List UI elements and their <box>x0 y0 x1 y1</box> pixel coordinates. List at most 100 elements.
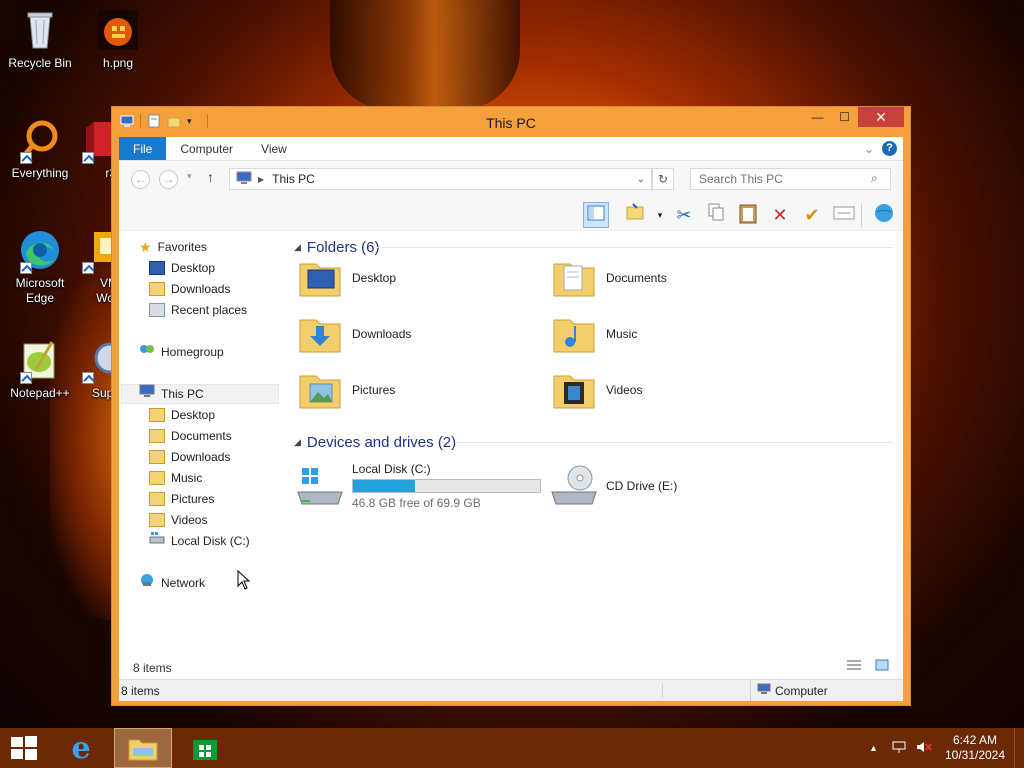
nav-pc-music[interactable]: Music <box>149 468 202 488</box>
desktop-icon-recycle-bin[interactable]: Recycle Bin <box>2 8 78 71</box>
folder-icon <box>149 408 165 422</box>
tab-view[interactable]: View <box>247 137 301 160</box>
folder-documents[interactable]: Documents <box>550 253 667 303</box>
status-location: Computer <box>751 683 828 698</box>
copy-icon[interactable] <box>703 202 729 228</box>
clock-date: 10/31/2024 <box>944 748 1006 762</box>
status-location-label: Computer <box>775 683 828 698</box>
shortcut-arrow-icon <box>20 262 32 274</box>
internet-explorer-icon: e <box>71 730 91 766</box>
properties-icon[interactable] <box>831 202 857 228</box>
windows-drive-icon <box>296 462 344 510</box>
cd-drive-icon <box>550 462 598 510</box>
tab-computer[interactable]: Computer <box>166 137 247 160</box>
show-desktop-button[interactable] <box>1014 728 1024 768</box>
address-bar[interactable]: ▶ This PC ⌄ <box>229 168 652 190</box>
desktop-icon-microsoft-edge[interactable]: Microsoft Edge <box>2 228 78 306</box>
cut-icon[interactable]: ✂ <box>671 202 697 228</box>
nav-pc-local-disk[interactable]: Local Disk (C:) <box>149 531 250 551</box>
folder-options-icon[interactable] <box>623 202 649 228</box>
computer-icon <box>757 683 771 698</box>
recent-places-icon <box>149 303 165 317</box>
hard-drive-icon <box>149 531 165 551</box>
nav-pc-downloads[interactable]: Downloads <box>149 447 230 467</box>
clock[interactable]: 6:42 AM 10/31/2024 <box>936 733 1014 763</box>
rename-check-icon[interactable]: ✔ <box>799 202 825 228</box>
file-explorer-icon <box>128 739 158 761</box>
item-count: 8 items <box>133 661 172 675</box>
store-icon <box>193 740 217 760</box>
recent-locations-chevron-icon[interactable]: ▾ <box>187 171 192 182</box>
drive-local-disk-c[interactable]: Local Disk (C:) 46.8 GB free of 69.9 GB <box>296 461 541 511</box>
nav-label: Documents <box>171 429 232 443</box>
address-dropdown-icon[interactable]: ⌄ <box>637 174 645 185</box>
close-button[interactable]: ✕ <box>858 107 904 127</box>
drive-cd-e[interactable]: CD Drive (E:) <box>550 461 677 511</box>
breadcrumb-this-pc[interactable]: This PC <box>272 172 315 186</box>
folder-videos[interactable]: Videos <box>550 365 642 415</box>
show-hidden-icons-chevron-icon[interactable]: ▲ <box>869 743 878 753</box>
taskbar-store[interactable] <box>176 728 234 768</box>
tab-file[interactable]: File <box>119 137 167 160</box>
expand-ribbon-chevron-icon[interactable]: ⌄ <box>864 142 874 156</box>
downloads-folder-icon <box>149 450 165 464</box>
options-dropdown-icon[interactable]: ▾ <box>647 202 673 228</box>
folder-downloads[interactable]: Downloads <box>296 309 411 359</box>
drive-usage-fill <box>353 480 415 492</box>
nav-fav-downloads[interactable]: Downloads <box>149 279 230 299</box>
search-input[interactable]: Search This PC <box>690 168 891 190</box>
group-divider <box>376 247 893 248</box>
network-status-icon[interactable] <box>892 740 906 757</box>
drive-free-space: 46.8 GB free of 69.9 GB <box>352 496 481 510</box>
desktop-icon-label: Microsoft Edge <box>15 276 65 305</box>
pictures-folder-icon <box>149 492 165 506</box>
drive-info: Local Disk (C:) 46.8 GB free of 69.9 GB <box>352 462 541 510</box>
delete-icon[interactable]: ✕ <box>767 202 793 228</box>
start-button[interactable] <box>0 728 48 768</box>
title-bar[interactable]: ▾ This PC — ☐ ✕ <box>112 107 910 137</box>
help-icon[interactable]: ? <box>882 141 897 156</box>
back-button[interactable]: ← <box>131 170 150 189</box>
details-view-icon[interactable] <box>847 659 861 674</box>
desktop-icon-notepad-plus-plus[interactable]: Notepad++ <box>2 338 78 401</box>
drive-label: Local Disk (C:) <box>352 462 431 476</box>
downloads-folder-icon <box>296 310 344 358</box>
favorites-star-icon: ★ <box>139 239 152 255</box>
devices-group-header[interactable]: ◢ Devices and drives (2) <box>294 432 456 452</box>
up-button[interactable]: ↑ <box>207 169 214 185</box>
paste-icon[interactable] <box>735 202 761 228</box>
desktop-icon-everything[interactable]: Everything <box>2 118 78 181</box>
minimize-button[interactable]: — <box>804 107 831 127</box>
network-globe-icon[interactable] <box>871 202 897 228</box>
taskbar-file-explorer[interactable] <box>114 728 172 768</box>
notepad-plus-plus-icon <box>18 338 62 384</box>
nav-this-pc[interactable]: This PC <box>121 384 279 404</box>
nav-pc-pictures[interactable]: Pictures <box>149 489 214 509</box>
system-tray: ▲ 6:42 AM 10/31/2024 <box>869 728 1024 768</box>
nav-pc-desktop[interactable]: Desktop <box>149 405 215 425</box>
refresh-button[interactable]: ↻ <box>652 168 674 190</box>
folder-desktop[interactable]: Desktop <box>296 253 396 303</box>
folder-pictures[interactable]: Pictures <box>296 365 395 415</box>
nav-pc-videos[interactable]: Videos <box>149 510 207 530</box>
folder-label: Music <box>606 327 638 341</box>
maximize-button[interactable]: ☐ <box>831 107 858 127</box>
drive-usage-bar <box>352 479 541 493</box>
nav-homegroup[interactable]: Homegroup <box>139 342 224 362</box>
desktop-icon-h-png[interactable]: h.png <box>80 8 156 71</box>
folder-music[interactable]: Music <box>550 309 637 359</box>
volume-muted-icon[interactable] <box>916 740 932 757</box>
nav-fav-recent-places[interactable]: Recent places <box>149 300 247 320</box>
nav-fav-desktop[interactable]: Desktop <box>149 258 215 278</box>
main-pane: ◢ Folders (6) Desktop Documents Download… <box>284 231 903 683</box>
folder-label: Desktop <box>352 271 397 285</box>
preview-pane-button[interactable] <box>583 202 609 228</box>
nav-label: Music <box>171 471 203 485</box>
taskbar-internet-explorer[interactable]: e <box>52 728 110 768</box>
drive-label: CD Drive (E:) <box>606 479 678 493</box>
large-icons-view-icon[interactable] <box>875 659 889 674</box>
nav-network[interactable]: Network <box>139 573 205 593</box>
nav-pc-documents[interactable]: Documents <box>149 426 232 446</box>
forward-button[interactable]: → <box>159 170 178 189</box>
nav-favorites[interactable]: ★ Favorites <box>139 237 207 257</box>
